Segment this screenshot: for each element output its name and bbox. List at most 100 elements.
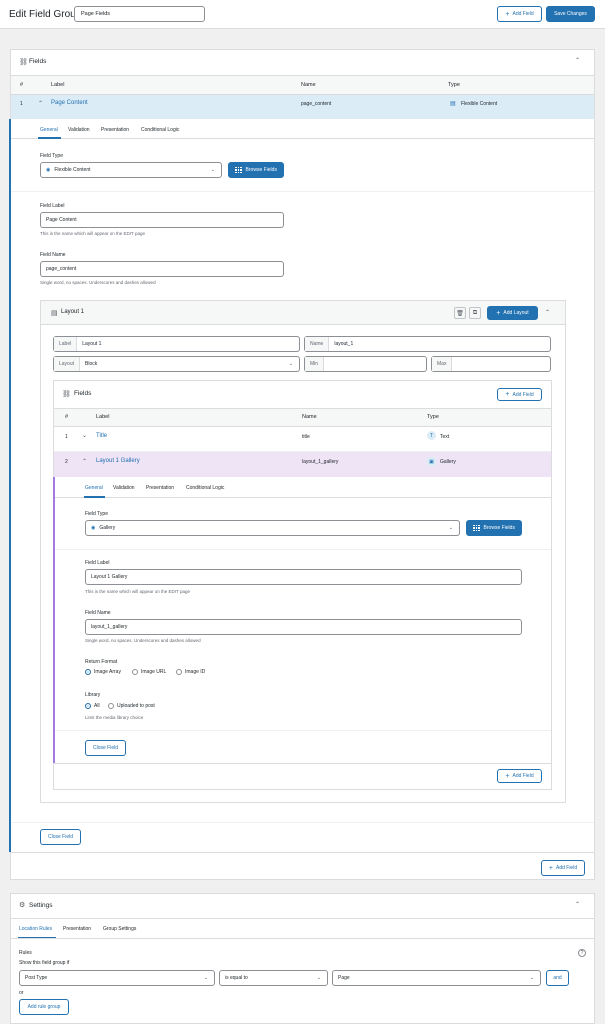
chevron-up-icon[interactable]: ⌃ bbox=[38, 100, 43, 107]
plus-icon: + bbox=[505, 10, 510, 18]
tab-conditional-logic[interactable]: Conditional Logic bbox=[141, 127, 179, 133]
tab-validation[interactable]: Validation bbox=[68, 127, 90, 133]
divider bbox=[11, 852, 594, 853]
chevron-down-icon: ⌄ bbox=[448, 525, 453, 531]
layout-max-input[interactable]: Max bbox=[431, 356, 551, 372]
add-layout-button[interactable]: + Add Layout bbox=[487, 306, 538, 320]
close-sub-field-button[interactable]: Close Field bbox=[85, 740, 126, 756]
radio-unselected bbox=[132, 669, 138, 675]
radio-library-uploaded[interactable]: Uploaded to post bbox=[108, 703, 155, 709]
chevron-down-icon[interactable]: ⌄ bbox=[82, 432, 87, 439]
field-row-page-content[interactable] bbox=[11, 95, 594, 119]
gallery-icon: ◉ bbox=[91, 525, 96, 531]
radio-selected bbox=[85, 669, 91, 675]
add-rule-group-button[interactable]: Add rule group bbox=[19, 999, 69, 1015]
close-field-button[interactable]: Close Field bbox=[40, 829, 81, 845]
tabs-divider bbox=[55, 497, 551, 498]
plus-icon: + bbox=[505, 391, 510, 398]
sub-field-label-input[interactable]: Layout 1 Gallery bbox=[85, 569, 522, 585]
chevron-down-icon: ⌄ bbox=[529, 975, 534, 981]
sub-field-name: title bbox=[302, 434, 310, 440]
layout-label-input[interactable]: Label Layout 1 bbox=[53, 336, 300, 352]
col-label: Label bbox=[96, 414, 110, 420]
field-name-hint: Single word, no spaces. Underscores and … bbox=[40, 280, 156, 285]
collapse-layout-icon[interactable]: ⌃ bbox=[545, 309, 550, 316]
collapse-settings-icon[interactable]: ⌃ bbox=[575, 901, 580, 908]
browse-fields-button[interactable]: Browse Fields bbox=[228, 162, 284, 178]
divider bbox=[55, 549, 551, 550]
divider bbox=[55, 730, 551, 731]
rule-value-select[interactable]: Page ⌄ bbox=[332, 970, 541, 986]
field-name-input[interactable]: page_content bbox=[40, 261, 284, 277]
field-label-hint: This is the name which will appear on th… bbox=[85, 589, 190, 594]
tab-group-settings[interactable]: Group Settings bbox=[103, 926, 136, 932]
plus-icon: + bbox=[496, 309, 501, 317]
add-sub-field-button-top[interactable]: + Add Field bbox=[497, 388, 542, 401]
page-title: Edit Field Group bbox=[9, 9, 82, 20]
library-label: Library bbox=[85, 692, 101, 698]
add-field-button-top[interactable]: + Add Field bbox=[497, 6, 542, 22]
field-label-hint: This is the name which will appear on th… bbox=[40, 231, 145, 236]
rule-param-select[interactable]: Post Type ⌄ bbox=[19, 970, 215, 986]
rule-operator-select[interactable]: is equal to ⌄ bbox=[219, 970, 328, 986]
field-type-label: Field Type bbox=[40, 153, 63, 159]
add-sub-field-button-bottom[interactable]: + Add Field bbox=[497, 769, 542, 783]
add-field-button-bottom[interactable]: + Add Field bbox=[541, 860, 585, 876]
field-name: page_content bbox=[301, 101, 332, 107]
divider bbox=[11, 938, 594, 939]
divider bbox=[11, 918, 594, 919]
chevron-down-icon: ⌄ bbox=[203, 975, 208, 981]
chevron-up-icon[interactable]: ⌃ bbox=[82, 458, 87, 465]
collapse-fields-icon[interactable]: ⌃ bbox=[575, 57, 580, 64]
sub-field-label-link[interactable]: Layout 1 Gallery bbox=[96, 458, 140, 464]
plus-icon: + bbox=[548, 864, 553, 872]
chevron-down-icon: ⌄ bbox=[210, 167, 215, 173]
tab-validation[interactable]: Validation bbox=[113, 485, 135, 491]
sub-field-type: Text bbox=[440, 434, 450, 440]
rules-label: Rules bbox=[19, 950, 32, 956]
and-button[interactable]: and bbox=[546, 970, 569, 986]
field-label-label: Field Label bbox=[85, 560, 110, 566]
sub-field-name-input[interactable]: layout_1_gallery bbox=[85, 619, 522, 635]
col-number: # bbox=[20, 82, 24, 88]
radio-library-all[interactable]: All bbox=[85, 703, 100, 709]
sub-fields-title: Fields bbox=[74, 390, 92, 397]
flexible-content-icon: ◉ bbox=[46, 167, 51, 173]
tab-presentation[interactable]: Presentation bbox=[146, 485, 174, 491]
sub-field-type-select[interactable]: ◉ Gallery ⌄ bbox=[85, 520, 460, 536]
radio-image-url[interactable]: Image URL bbox=[132, 669, 166, 675]
layout-name-input[interactable]: Name layout_1 bbox=[304, 336, 551, 352]
sub-field-label-link[interactable]: Title bbox=[96, 433, 107, 439]
tab-general[interactable]: General bbox=[85, 485, 103, 491]
col-number: # bbox=[65, 414, 69, 420]
tab-presentation[interactable]: Presentation bbox=[63, 926, 91, 932]
chevron-down-icon: ⌄ bbox=[288, 361, 293, 367]
tab-location-rules[interactable]: Location Rules bbox=[19, 926, 52, 932]
radio-image-id[interactable]: Image ID bbox=[176, 669, 205, 675]
field-name-hint: Single word, no spaces. Underscores and … bbox=[85, 638, 201, 643]
tab-conditional-logic[interactable]: Conditional Logic bbox=[186, 485, 224, 491]
field-label-link[interactable]: Page Content bbox=[51, 100, 88, 106]
col-type: Type bbox=[427, 414, 439, 420]
field-group-title-input[interactable] bbox=[74, 6, 205, 22]
field-type-select[interactable]: ◉ Flexible Content ⌄ bbox=[40, 162, 222, 178]
tab-active-indicator bbox=[38, 137, 61, 139]
tab-general[interactable]: General bbox=[40, 127, 58, 133]
field-label-input[interactable]: Page Content bbox=[40, 212, 284, 228]
row-number: 2 bbox=[65, 459, 68, 465]
layout-min-input[interactable]: Min bbox=[304, 356, 427, 372]
duplicate-layout-icon[interactable]: ⧉ bbox=[469, 307, 481, 319]
browse-fields-button[interactable]: Browse Fields bbox=[466, 520, 522, 536]
gallery-type-icon: ▣ bbox=[427, 457, 436, 466]
layout-display-select[interactable]: Layout Block ⌄ bbox=[53, 356, 300, 372]
tab-presentation[interactable]: Presentation bbox=[101, 127, 129, 133]
fields-icon: ⛓ bbox=[62, 391, 71, 398]
save-changes-button[interactable]: Save Changes bbox=[546, 6, 595, 22]
delete-layout-icon[interactable]: 🗑 bbox=[454, 307, 466, 319]
grid-icon bbox=[235, 166, 242, 174]
tabs-divider bbox=[11, 138, 594, 139]
help-icon[interactable]: ? bbox=[578, 949, 586, 957]
radio-image-array[interactable]: Image Array bbox=[85, 669, 121, 675]
divider bbox=[11, 191, 594, 192]
radio-unselected bbox=[176, 669, 182, 675]
